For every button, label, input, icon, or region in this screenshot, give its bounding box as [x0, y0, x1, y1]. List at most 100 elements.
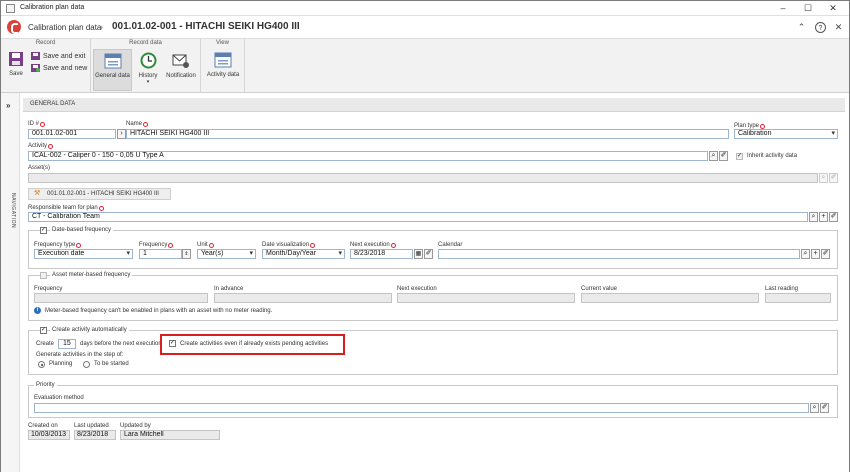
search-evaluation-icon[interactable]: ⌕: [810, 403, 819, 413]
inherit-activity-checkbox[interactable]: ✓: [736, 153, 743, 160]
window-title: Calibration plan data: [20, 4, 85, 11]
planning-radio[interactable]: [38, 361, 45, 368]
help-icon[interactable]: ?: [815, 22, 826, 33]
plan-type-select[interactable]: Calibration: [734, 129, 838, 139]
ribbon-group-record: Record Save Save and exit Save and new: [1, 39, 91, 93]
title-bar: Calibration plan data – ☐ ✕: [1, 1, 849, 16]
save-exit-label: Save and exit: [43, 52, 86, 60]
meter-frequency-title: Asset meter-based frequency: [50, 272, 133, 278]
record-header: Calibration plan data › 001.01.02-001 - …: [1, 16, 849, 38]
frequency-stepper[interactable]: ⇕: [182, 249, 191, 259]
add-calendar-icon[interactable]: +: [811, 249, 820, 259]
meter-frequency-checkbox[interactable]: [40, 272, 47, 279]
clear-team-icon[interactable]: ✐: [829, 212, 838, 222]
required-icon: [143, 122, 149, 127]
clear-calendar-icon[interactable]: ✐: [821, 249, 830, 259]
priority-group: [28, 385, 838, 418]
to-be-started-radio[interactable]: [83, 361, 90, 368]
date-visualization-label: Date visualization: [262, 242, 316, 248]
maximize-icon[interactable]: ☐: [798, 2, 818, 14]
days-field[interactable]: 15: [58, 339, 76, 349]
id-next-button[interactable]: ›: [117, 129, 126, 139]
team-field[interactable]: CT - Calibration Team: [28, 212, 808, 222]
save-and-exit-button[interactable]: Save and exit: [31, 52, 85, 60]
wrench-icon: ⚒: [34, 190, 41, 197]
navigation-label: NAVIGATION: [10, 193, 16, 229]
inherit-activity-label: Inherit activity data: [747, 153, 798, 159]
date-visualization-select[interactable]: Month/Day/Year: [262, 249, 345, 259]
calendar-field[interactable]: [438, 249, 800, 259]
history-button[interactable]: History ▾: [134, 52, 162, 85]
clear-activity-icon[interactable]: ✐: [719, 151, 728, 161]
window-app-icon: [6, 4, 15, 13]
current-value-label: Current value: [581, 286, 618, 292]
calendar-label: Calendar: [438, 242, 463, 248]
section-title: GENERAL DATA: [30, 101, 76, 107]
asset-tag[interactable]: ⚒ 001.01.02-001 - HITACHI SEIKI HG400 II…: [28, 188, 171, 200]
next-execution-label: Next execution: [350, 242, 396, 248]
general-data-button[interactable]: General data: [93, 49, 132, 91]
required-icon: [98, 206, 104, 211]
date-frequency-checkbox[interactable]: ✓: [40, 227, 47, 234]
activity-data-label: Activity data: [206, 72, 240, 78]
frequency-type-label: Frequency type: [34, 242, 82, 248]
search-team-icon[interactable]: ⌕: [809, 212, 818, 222]
current-value-field[interactable]: [581, 293, 759, 303]
ribbon-group-view: View Activity data: [201, 39, 245, 93]
required-icon: [48, 144, 54, 149]
required-icon: [76, 243, 82, 248]
history-icon: [140, 52, 156, 69]
unit-select[interactable]: Year(s): [197, 249, 256, 259]
save-label: Save: [9, 71, 23, 77]
created-on-field: 10/03/2013: [28, 430, 70, 440]
expand-navigation-icon[interactable]: »: [6, 101, 10, 110]
required-icon: [208, 243, 214, 248]
ribbon-group-record-data: Record data General data History ▾ Notif…: [91, 39, 201, 93]
main-content: GENERAL DATA ID # 001.01.02-001 › Name H…: [20, 93, 849, 472]
date-frequency-title: Date-based frequency: [50, 227, 114, 233]
navigation-panel[interactable]: » NAVIGATION: [1, 93, 20, 472]
meter-next-execution-label: Next execution: [397, 286, 437, 292]
created-on-label: Created on: [28, 423, 58, 429]
close-record-icon[interactable]: ✕: [833, 22, 844, 33]
required-icon: [168, 243, 174, 248]
chevron-right-icon: ›: [100, 22, 103, 32]
search-activity-icon[interactable]: ⌕: [709, 151, 718, 161]
id-label: ID #: [28, 121, 46, 127]
meter-next-execution-field[interactable]: [397, 293, 575, 303]
next-execution-field[interactable]: 8/23/2018: [350, 249, 413, 259]
clear-date-icon[interactable]: ✐: [424, 249, 433, 259]
search-calendar-icon[interactable]: ⌕: [801, 249, 810, 259]
id-field[interactable]: 001.01.02-001: [28, 129, 116, 139]
name-label: Name: [126, 121, 149, 127]
auto-create-group: [28, 330, 838, 375]
add-team-icon[interactable]: +: [819, 212, 828, 222]
minimize-icon[interactable]: –: [773, 2, 793, 14]
save-button[interactable]: Save: [5, 51, 27, 77]
collapse-up-icon[interactable]: ⌃: [796, 22, 807, 33]
required-icon: [390, 243, 396, 248]
in-advance-field[interactable]: [214, 293, 392, 303]
form-icon: [104, 53, 121, 69]
evaluation-method-field[interactable]: [34, 403, 809, 413]
clear-evaluation-icon[interactable]: ✐: [820, 403, 829, 413]
create-label: Create: [36, 341, 55, 347]
frequency-field[interactable]: 1: [139, 249, 182, 259]
activity-data-button[interactable]: Activity data: [204, 52, 242, 78]
search-assets-icon[interactable]: ⌕: [819, 173, 828, 183]
name-field[interactable]: HITACHI SEIKI HG400 III: [126, 129, 729, 139]
frequency-type-select[interactable]: Execution date: [34, 249, 133, 259]
save-and-new-button[interactable]: Save and new: [31, 64, 87, 72]
last-reading-field[interactable]: [765, 293, 831, 303]
close-icon[interactable]: ✕: [823, 2, 843, 14]
header-app-name: Calibration plan data: [28, 23, 102, 32]
calendar-picker-icon[interactable]: ▦: [414, 249, 423, 259]
activity-label: Activity: [28, 143, 54, 149]
notification-button[interactable]: Notification: [164, 52, 198, 79]
auto-create-checkbox[interactable]: ✓: [40, 327, 47, 334]
meter-frequency-field[interactable]: [34, 293, 208, 303]
unit-label: Unit: [197, 242, 214, 248]
clear-assets-icon[interactable]: ✐: [829, 173, 838, 183]
assets-field[interactable]: [28, 173, 818, 183]
activity-field[interactable]: ICAL-002 - Caliper 0 - 150 - 0,05 U Type…: [28, 151, 708, 161]
